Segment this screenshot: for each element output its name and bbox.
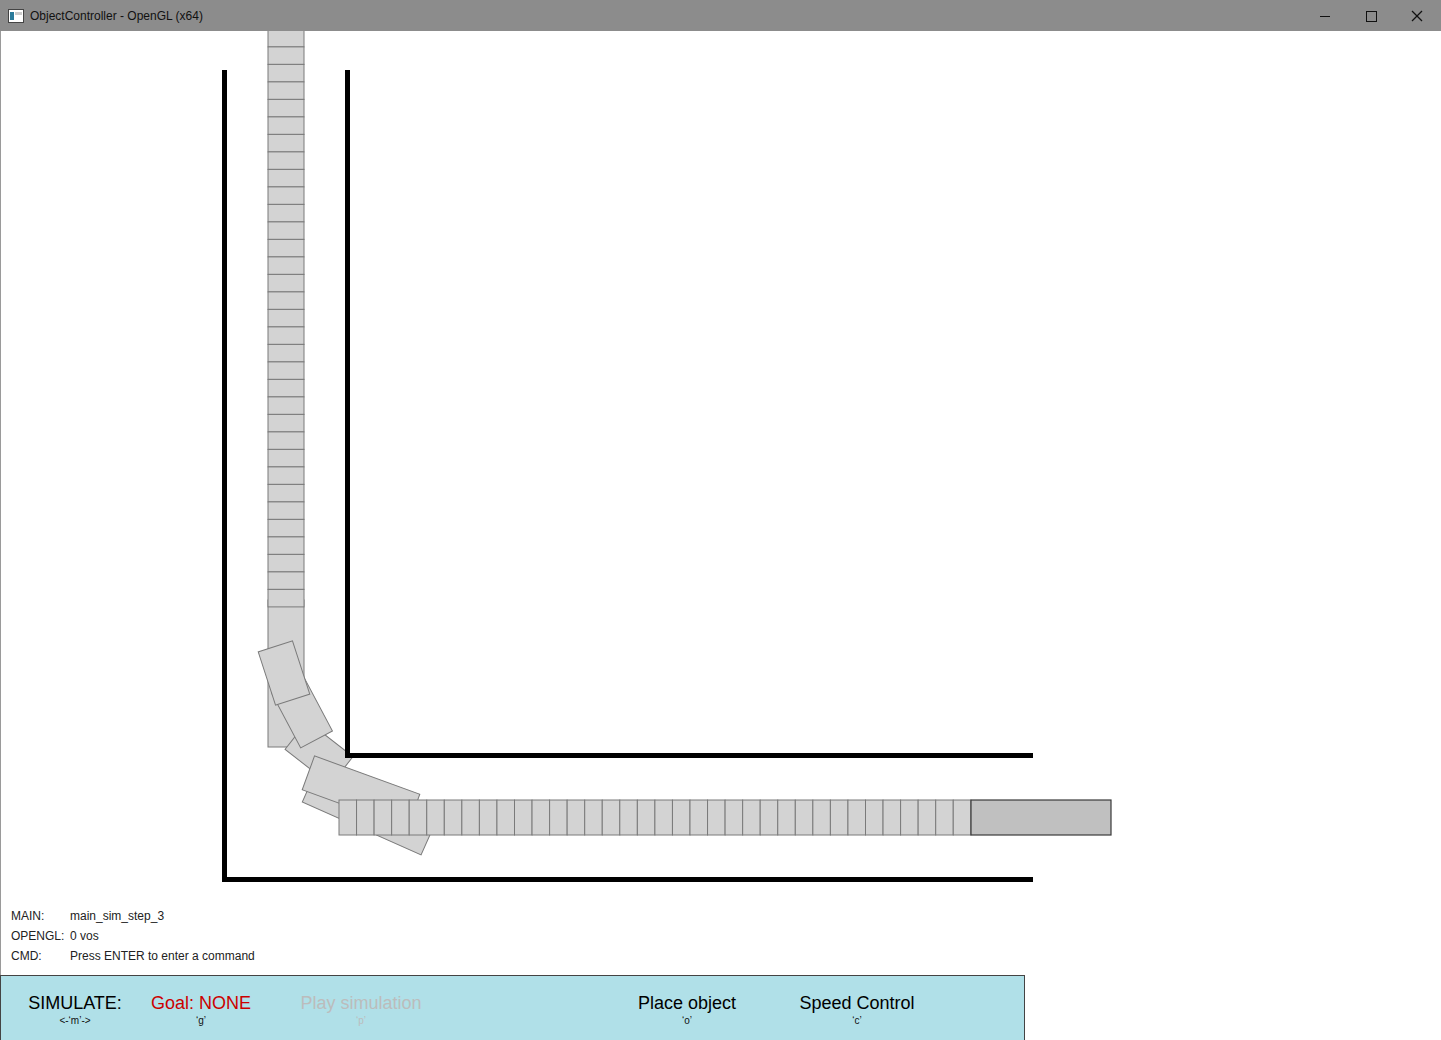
status-line: MAIN:main_sim_step_3	[11, 906, 1441, 926]
toolbar-button[interactable]: Goal: NONE‘g’	[143, 992, 259, 1028]
toolbar-key: ‘p’	[356, 1014, 366, 1028]
app-icon	[8, 9, 24, 23]
toolbar-label: Goal: NONE	[151, 992, 251, 1014]
minimize-icon[interactable]	[1302, 1, 1348, 31]
chain-head	[971, 800, 1111, 835]
status-label: MAIN:	[11, 906, 70, 926]
status-value: main_sim_step_3	[70, 906, 164, 926]
toolbar-key: <-‘m’->	[59, 1014, 90, 1028]
toolbar-button[interactable]: SIMULATE:<-‘m’->	[17, 992, 133, 1028]
walls	[222, 70, 1033, 882]
maximize-icon[interactable]	[1348, 1, 1394, 31]
chain-object	[258, 31, 1111, 855]
close-icon[interactable]	[1394, 1, 1440, 31]
toolbar-key: ‘g’	[196, 1014, 206, 1028]
simulation-scene	[1, 31, 1441, 900]
toolbar-label: Play simulation	[300, 992, 421, 1014]
title-bar: ObjectController - OpenGL (x64)	[0, 0, 1441, 31]
status-line: CMD:Press ENTER to enter a command	[11, 946, 1441, 966]
toolbar-label: Speed Control	[799, 992, 914, 1014]
status-lines: MAIN:main_sim_step_3OPENGL:0 vosCMD:Pres…	[1, 900, 1441, 966]
status-value: Press ENTER to enter a command	[70, 946, 255, 966]
app-window: ObjectController - OpenGL (x64) MAIN:main…	[0, 0, 1441, 1040]
window-title: ObjectController - OpenGL (x64)	[30, 9, 203, 23]
toolbar-button[interactable]: Play simulation‘p’	[293, 992, 429, 1028]
status-value: 0 vos	[70, 926, 99, 946]
toolbar-button[interactable]: Speed Control‘c’	[789, 992, 925, 1028]
status-line: OPENGL:0 vos	[11, 926, 1441, 946]
status-label: CMD:	[11, 946, 70, 966]
toolbar-label: Place object	[638, 992, 736, 1014]
toolbar-key: ‘o’	[682, 1014, 692, 1028]
simulate-toolbar: SIMULATE:<-‘m’-> Goal: NONE‘g’ Play simula…	[0, 975, 1025, 1040]
status-label: OPENGL:	[11, 926, 70, 946]
toolbar-key: ‘c’	[852, 1014, 861, 1028]
toolbar-button[interactable]: Place object‘o’	[629, 992, 745, 1028]
render-canvas: MAIN:main_sim_step_3OPENGL:0 vosCMD:Pres…	[0, 31, 1441, 975]
toolbar-label: SIMULATE:	[28, 992, 122, 1014]
